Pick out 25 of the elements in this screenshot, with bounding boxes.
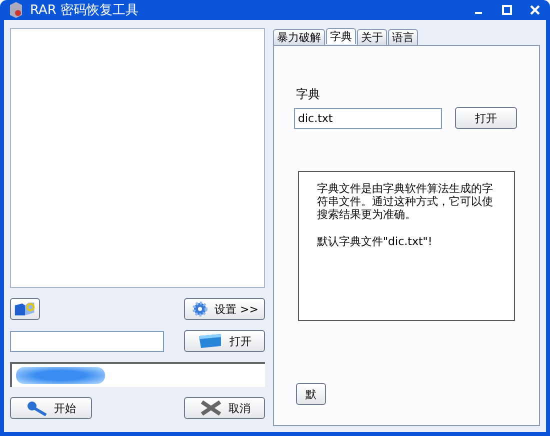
- tab[interactable]: 暴力破解: [273, 29, 325, 45]
- tab[interactable]: 关于: [357, 29, 387, 45]
- tab[interactable]: 字典: [326, 28, 356, 44]
- key-icon: [26, 400, 48, 416]
- start-button[interactable]: 开始: [10, 397, 92, 419]
- window-title: RAR 密码恢复工具: [30, 2, 140, 19]
- dictionary-label: 字典: [296, 86, 321, 103]
- gear-icon: [190, 301, 209, 317]
- help-button[interactable]: [10, 298, 40, 320]
- info-text: 默认字典文件"dic.txt"!: [317, 235, 434, 248]
- close-icon: [530, 5, 540, 15]
- default-button[interactable]: 默: [296, 383, 326, 405]
- cancel-button[interactable]: 取消: [184, 397, 265, 419]
- open-button[interactable]: 打开: [455, 107, 517, 129]
- path-input[interactable]: [10, 330, 164, 352]
- tab[interactable]: 语言: [388, 29, 418, 45]
- folder-icon: [198, 333, 224, 349]
- cross-icon: [198, 400, 222, 416]
- help-book-icon: [14, 301, 36, 317]
- app-icon: [8, 1, 24, 19]
- maximize-icon: [502, 5, 512, 15]
- dictionary-input[interactable]: dic.txt: [294, 108, 442, 128]
- open-button[interactable]: 打开: [184, 330, 265, 352]
- settings-button[interactable]: 设置 >>: [184, 298, 265, 320]
- info-text: 字典文件是由字典软件算法生成的字符串文件。通过这种方式，它可以使搜索结果更为准确。: [317, 182, 494, 221]
